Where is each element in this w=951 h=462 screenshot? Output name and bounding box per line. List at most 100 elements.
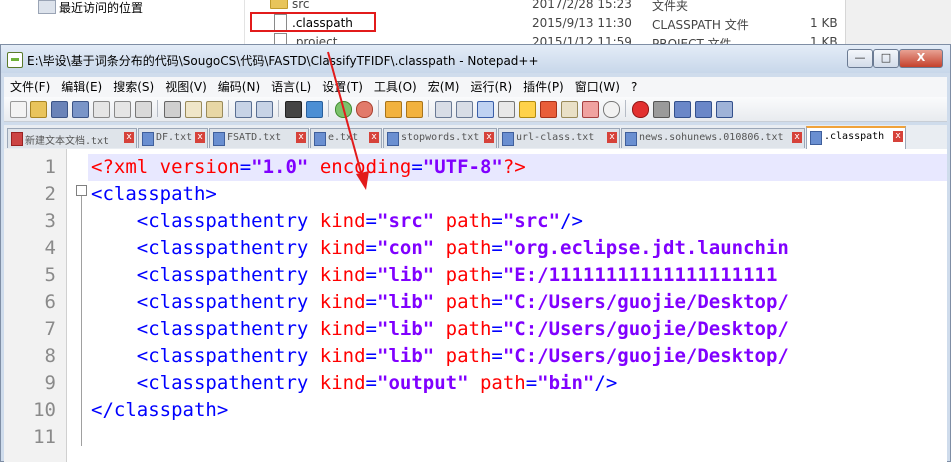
code-line[interactable]: 11 <box>4 424 947 451</box>
close-icon[interactable]: x <box>296 132 306 143</box>
close-all-icon[interactable] <box>114 101 131 118</box>
function-list-icon[interactable] <box>540 101 557 118</box>
code-line[interactable]: 6 <classpathentry kind="lib" path="C:/Us… <box>4 289 947 316</box>
menu-file[interactable]: 文件(F) <box>4 77 55 95</box>
view-icon[interactable] <box>603 101 620 118</box>
user-lang-icon[interactable] <box>498 101 515 118</box>
menu-macro[interactable]: 宏(M) <box>422 77 465 95</box>
find-icon[interactable] <box>285 101 302 118</box>
menu-plugins[interactable]: 插件(P) <box>517 77 569 95</box>
code-line[interactable]: 10 </classpath> <box>4 397 947 424</box>
copy-icon[interactable] <box>185 101 202 118</box>
nav-item-recent-places[interactable]: 最近访问的位置 <box>59 0 143 16</box>
close-icon[interactable]: x <box>607 132 617 143</box>
stop-macro-icon[interactable] <box>653 101 670 118</box>
highlight-box <box>250 12 376 32</box>
token-attr: kind <box>319 345 366 367</box>
tab-label: news.sohunews.010806.txt <box>639 132 784 143</box>
file-icon <box>502 132 514 146</box>
close-icon[interactable]: x <box>369 132 379 143</box>
close-icon[interactable]: x <box>124 132 134 143</box>
code-line[interactable]: 9 <classpathentry kind="output" path="bi… <box>4 370 947 397</box>
word-wrap-icon[interactable] <box>435 101 452 118</box>
redo-icon[interactable] <box>256 101 273 118</box>
menu-settings[interactable]: 设置(T) <box>316 77 368 95</box>
menu-view[interactable]: 视图(V) <box>159 77 212 95</box>
menu-encoding[interactable]: 编码(N) <box>212 77 265 95</box>
token-val: "src" <box>377 210 435 232</box>
menu-search[interactable]: 搜索(S) <box>107 77 159 95</box>
code-line[interactable]: 4 <classpathentry kind="con" path="org.e… <box>4 235 947 262</box>
minimize-button[interactable]: — <box>847 49 873 68</box>
paste-icon[interactable] <box>206 101 223 118</box>
code-line[interactable]: 2 <classpath> <box>4 181 947 208</box>
sync-vertical-icon[interactable] <box>385 101 402 118</box>
record-macro-icon[interactable] <box>632 101 649 118</box>
menu-help[interactable]: ? <box>625 77 642 95</box>
show-all-chars-icon[interactable] <box>456 101 473 118</box>
title-bar[interactable]: E:\毕设\基于词条分布的代码\SougoCS\代码\FASTD\Classif… <box>1 45 950 73</box>
token-tag: = <box>365 237 377 259</box>
menu-tools[interactable]: 工具(O) <box>368 77 422 95</box>
tab-fsatd[interactable]: FSATD.txt x <box>209 128 309 148</box>
tab-url-class[interactable]: url-class.txt x <box>498 128 620 148</box>
code-line[interactable]: 7 <classpathentry kind="lib" path="C:/Us… <box>4 316 947 343</box>
folder-icon <box>270 0 288 9</box>
file-type: 文件夹 <box>652 0 689 13</box>
run-macro-multiple-icon[interactable] <box>695 101 712 118</box>
menu-language[interactable]: 语言(L) <box>265 77 316 95</box>
zoom-in-icon[interactable] <box>335 101 352 118</box>
tab-e[interactable]: e.txt x <box>310 128 382 148</box>
token-attr: path <box>468 372 526 394</box>
code-editor[interactable]: 1 <?xml version="1.0" encoding="UTF-8"?> 2… <box>4 149 947 462</box>
tab-stopwords[interactable]: stopwords.txt x <box>383 128 497 148</box>
code-text: <classpath> <box>91 181 217 208</box>
monitoring-icon[interactable] <box>582 101 599 118</box>
code-text: <classpathentry kind="output" path="bin"… <box>91 370 618 397</box>
close-button[interactable]: X <box>899 49 943 68</box>
token-val: "src" <box>502 210 561 232</box>
close-icon[interactable]: x <box>484 132 494 143</box>
new-file-icon[interactable] <box>10 101 27 118</box>
save-icon[interactable] <box>51 101 68 118</box>
code-line[interactable]: 8 <classpathentry kind="lib" path="C:/Us… <box>4 343 947 370</box>
tab-df[interactable]: DF.txt x <box>138 128 208 148</box>
token-attr: path <box>434 237 492 259</box>
close-icon[interactable]: x <box>792 132 802 143</box>
open-file-icon[interactable] <box>30 101 47 118</box>
file-icon <box>625 132 637 146</box>
file-date: 2017/2/28 15:23 <box>532 0 632 11</box>
file-date: 2015/9/13 11:30 <box>532 16 632 30</box>
menu-window[interactable]: 窗口(W) <box>569 77 625 95</box>
menu-run[interactable]: 运行(R) <box>464 77 517 95</box>
folder-workspace-icon[interactable] <box>561 101 578 118</box>
sync-horizontal-icon[interactable] <box>406 101 423 118</box>
doc-map-icon[interactable] <box>519 101 536 118</box>
save-macro-icon[interactable] <box>716 101 733 118</box>
line-number: 9 <box>44 372 56 394</box>
tab-news-sohunews[interactable]: news.sohunews.010806.txt x <box>621 128 805 148</box>
menu-edit[interactable]: 编辑(E) <box>55 77 107 95</box>
token-attr: kind <box>319 372 366 394</box>
indent-guide-icon[interactable] <box>477 101 494 118</box>
file-modified-icon <box>11 132 23 146</box>
close-icon[interactable]: x <box>893 131 903 142</box>
code-line[interactable]: 5 <classpathentry kind="lib" path="E:/11… <box>4 262 947 289</box>
tab-new-text-document[interactable]: 新建文本文档.txt x <box>7 128 137 148</box>
tab-classpath[interactable]: .classpath x <box>806 126 906 150</box>
code-text: <classpathentry kind="lib" path="C:/User… <box>91 289 789 316</box>
print-icon[interactable] <box>135 101 152 118</box>
close-file-icon[interactable] <box>93 101 110 118</box>
code-line[interactable]: 3 <classpathentry kind="src" path="src"/… <box>4 208 947 235</box>
code-text: <classpathentry kind="lib" path="C:/User… <box>91 343 789 370</box>
code-line[interactable]: 1 <?xml version="1.0" encoding="UTF-8"?> <box>4 154 947 181</box>
play-macro-icon[interactable] <box>674 101 691 118</box>
file-size: 1 KB <box>810 16 838 30</box>
undo-icon[interactable] <box>235 101 252 118</box>
maximize-button[interactable]: □ <box>873 49 899 68</box>
save-all-icon[interactable] <box>72 101 89 118</box>
replace-icon[interactable] <box>306 101 323 118</box>
cut-icon[interactable] <box>164 101 181 118</box>
close-icon[interactable]: x <box>195 132 205 143</box>
zoom-out-icon[interactable] <box>356 101 373 118</box>
